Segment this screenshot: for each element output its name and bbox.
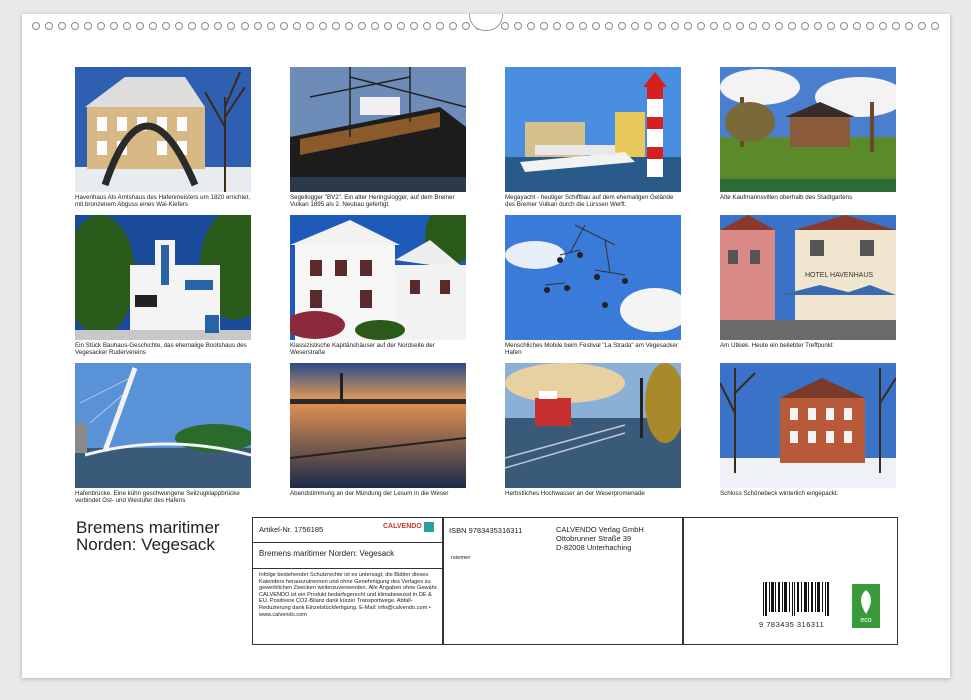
photo-caption: Schloss Schönebeck winterlich eingepackt… (720, 490, 839, 497)
photo-kapitaenshaeuser (290, 215, 466, 340)
photo-mobile (505, 215, 681, 340)
info-subtitle: Bremens maritimer Norden: Vegesack (259, 549, 395, 558)
barcode-number: 9 783435 316311 (759, 620, 825, 629)
calendar-title: Bremens maritimer Norden: Vegesack (76, 518, 220, 554)
photo-abendstimmung (290, 363, 466, 488)
eco-label: eco (860, 617, 872, 624)
calvendo-logo-mark (424, 522, 434, 532)
photo-hafenbruecke (75, 363, 251, 488)
publisher-name: CALVENDO Verlag GmbH (556, 525, 644, 534)
hotel-sign-text: HOTEL HAVENHAUS (805, 272, 873, 279)
photo-caption: Alte Kaufmannsvillen oberhalb des Stadtg… (720, 194, 853, 201)
eco-badge: eco (852, 584, 880, 628)
barcode (761, 582, 831, 622)
photo-caption: Segellogger "BV2". Ein alter Heringslogg… (290, 194, 455, 208)
photo-utkiek: HOTEL HAVENHAUS (720, 215, 896, 340)
info-box-publisher: ISBN 9783435316311 CALVENDO Verlag GmbH … (442, 517, 684, 645)
photo-caption: Am Utkiek. Heute ein beliebter Treffpunk… (720, 342, 833, 349)
photo-schloss (720, 363, 896, 488)
photo-caption: Menschliches Mobile beim Festival "La St… (505, 342, 678, 356)
author: rsiemer (451, 555, 471, 561)
photo-bootshaus (75, 215, 251, 340)
photo-kaufmannsvillen (720, 67, 896, 192)
info-box-article: Artikel-Nr. 1756185 CALVENDO Bremens mar… (252, 517, 444, 645)
photo-caption: Ein Stück Bauhaus-Geschichte, das ehemal… (75, 342, 247, 356)
photo-caption: Abendstimmung an der Mündung der Lesum i… (290, 490, 449, 497)
legal-notice: Infolge bestehender Schutzrechte ist es … (259, 572, 438, 618)
photo-segellogger (290, 67, 466, 192)
calendar-back-page: Havenhaus Als Amtshaus des Hafenmeisters… (22, 14, 950, 678)
photo-havenhaus (75, 67, 251, 192)
publisher-city: D-82008 Unterhaching (556, 543, 632, 552)
photo-caption: Klassizistische Kapitänshäuser auf der N… (290, 342, 435, 356)
photo-caption: Havenhaus Als Amtshaus des Hafenmeisters… (75, 194, 251, 208)
isbn: ISBN 9783435316311 (449, 526, 523, 535)
calvendo-logo: CALVENDO (383, 523, 422, 530)
photo-caption: Megayacht - heutiger Schiffbau auf dem e… (505, 194, 674, 208)
photo-megayacht (505, 67, 681, 192)
photo-caption: Hafenbrücke. Eine kühn geschwungene Seil… (75, 490, 240, 504)
publisher-street: Ottobrunner Straße 39 (556, 534, 632, 543)
photo-caption: Herbstliches Hochwasser an der Weserprom… (505, 490, 645, 497)
photo-hochwasser (505, 363, 681, 488)
info-box-barcode: 9 783435 316311 eco (682, 517, 898, 645)
article-number: Artikel-Nr. 1756185 (259, 525, 324, 534)
